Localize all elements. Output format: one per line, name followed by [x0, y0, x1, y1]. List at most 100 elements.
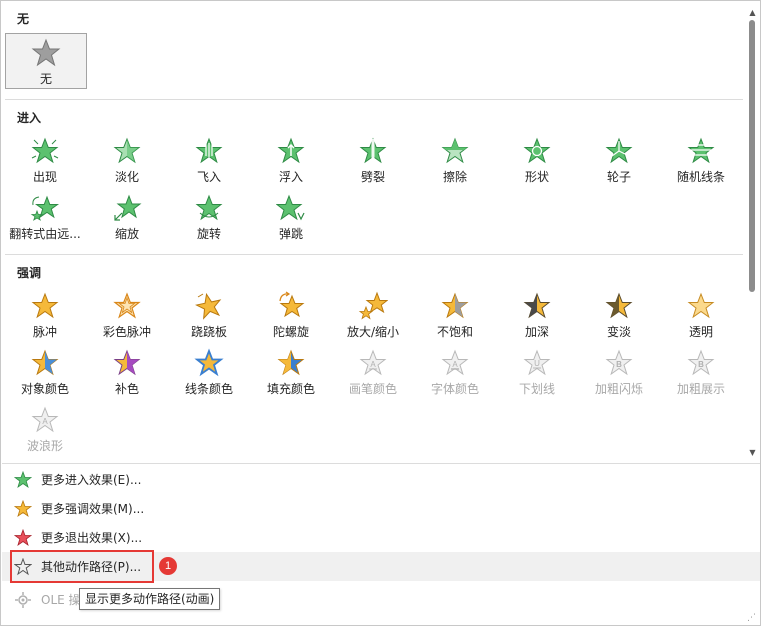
effect-label: 无	[39, 72, 52, 86]
more-emphasis-effects-item[interactable]: 更多强调效果(M)...	[2, 494, 760, 523]
divider	[5, 254, 743, 255]
effect-brush-color[interactable]: A 画笔颜色	[332, 348, 414, 404]
resize-grip-icon[interactable]: ⋰	[747, 613, 757, 623]
effect-label: 放大/缩小	[346, 325, 400, 339]
effect-label: 不饱和	[436, 325, 473, 339]
effect-random-bars[interactable]: 随机线条	[660, 136, 742, 192]
effect-line-color[interactable]: 线条颜色	[168, 348, 250, 404]
effect-grow-turn[interactable]: 翻转式由远...	[4, 193, 86, 249]
star-wipe-icon	[441, 137, 469, 164]
star-zoom-icon	[114, 194, 142, 221]
tooltip: 显示更多动作路径(动画)	[79, 588, 221, 610]
star-desaturate-icon	[441, 292, 469, 319]
star-pulse-icon	[31, 292, 59, 319]
star-wheel-icon	[605, 137, 633, 164]
effect-label: 加深	[524, 325, 549, 339]
effect-zoom[interactable]: 缩放	[86, 193, 168, 249]
effect-label: 线条颜色	[184, 382, 233, 396]
effect-label: 旋转	[196, 227, 221, 241]
effect-appear[interactable]: 出现	[4, 136, 86, 192]
effect-label: 弹跳	[278, 227, 303, 241]
effect-underline[interactable]: U 下划线	[496, 348, 578, 404]
menu-item-label: OLE 操	[41, 593, 81, 607]
star-lighten-icon	[605, 292, 633, 319]
star-fly-in-icon	[195, 137, 223, 164]
effect-desaturate[interactable]: 不饱和	[414, 291, 496, 347]
svg-text:B: B	[616, 360, 622, 369]
effect-label: 画笔颜色	[348, 382, 397, 396]
menu-item-label: 更多强调效果(M)...	[41, 502, 145, 516]
effect-grow-shrink[interactable]: 放大/缩小	[332, 291, 414, 347]
effect-label: 彩色脉冲	[102, 325, 151, 339]
star-bounce-icon	[276, 194, 305, 221]
effect-label: 擦除	[442, 170, 467, 184]
effect-label: 下划线	[518, 382, 555, 396]
effect-wipe[interactable]: 擦除	[414, 136, 496, 192]
effect-label: 加粗闪烁	[594, 382, 643, 396]
scroll-down-arrow-icon[interactable]: ▼	[748, 448, 757, 457]
effect-spin-emphasis[interactable]: 陀螺旋	[250, 291, 332, 347]
effect-spin[interactable]: 旋转	[168, 193, 250, 249]
effect-fade[interactable]: 淡化	[86, 136, 168, 192]
star-shape-icon	[523, 137, 551, 164]
effect-darken[interactable]: 加深	[496, 291, 578, 347]
animation-gallery-panel: 无 无 进入 出现 淡化 飞入 浮入 劈裂 擦除 形状 轮子 随机线条 翻转式由…	[0, 0, 761, 626]
green-star-icon	[14, 470, 32, 488]
effect-label: 出现	[32, 170, 57, 184]
effect-label: 加粗展示	[676, 382, 725, 396]
effect-bold-reveal[interactable]: B 加粗展示	[660, 348, 742, 404]
effect-fill-color[interactable]: 填充颜色	[250, 348, 332, 404]
effect-label: 脉冲	[32, 325, 57, 339]
effect-label: 补色	[114, 382, 139, 396]
star-spin-icon	[195, 194, 223, 221]
svg-text:A: A	[452, 360, 458, 369]
effect-split[interactable]: 劈裂	[332, 136, 414, 192]
effect-complementary-color[interactable]: 补色	[86, 348, 168, 404]
effect-pulse[interactable]: 脉冲	[4, 291, 86, 347]
red-star-icon	[14, 528, 32, 546]
star-spin-emphasis-icon	[279, 291, 305, 318]
star-line-color-icon	[194, 348, 224, 377]
effects-gallery: 无 无 进入 出现 淡化 飞入 浮入 劈裂 擦除 形状 轮子 随机线条 翻转式由…	[2, 2, 744, 462]
star-grow-shrink-icon	[358, 291, 388, 320]
effect-color-pulse[interactable]: 彩色脉冲	[86, 291, 168, 347]
star-darken-icon	[523, 292, 551, 319]
effect-none[interactable]: 无	[5, 33, 87, 89]
section-header-none: 无	[17, 12, 30, 26]
effect-transparency[interactable]: 透明	[660, 291, 742, 347]
effect-label: 变淡	[606, 325, 631, 339]
effect-label: 形状	[524, 170, 549, 184]
effect-float-in[interactable]: 浮入	[250, 136, 332, 192]
divider	[2, 463, 760, 464]
orange-star-icon	[14, 499, 32, 517]
more-exit-effects-item[interactable]: 更多退出效果(X)...	[2, 523, 760, 552]
effect-wave[interactable]: A 波浪形	[4, 405, 86, 461]
svg-text:A: A	[370, 360, 376, 369]
effect-fly-in[interactable]: 飞入	[168, 136, 250, 192]
star-split-icon	[359, 137, 387, 164]
effect-bounce[interactable]: 弹跳	[250, 193, 332, 249]
star-bold-reveal-icon: B	[687, 349, 715, 376]
more-entrance-effects-item[interactable]: 更多进入效果(E)...	[2, 465, 760, 494]
effect-label: 浮入	[278, 170, 303, 184]
effect-label: 淡化	[114, 170, 139, 184]
star-color-pulse-icon	[113, 292, 141, 319]
effect-font-color[interactable]: A 字体颜色	[414, 348, 496, 404]
svg-text:B: B	[698, 360, 704, 369]
effect-object-color[interactable]: 对象颜色	[4, 348, 86, 404]
vertical-scrollbar[interactable]: ▲ ▼	[745, 2, 760, 462]
scrollbar-thumb[interactable]	[749, 20, 755, 292]
scroll-up-arrow-icon[interactable]: ▲	[748, 8, 757, 17]
star-fill-color-icon	[277, 349, 305, 376]
star-fade-icon	[113, 137, 141, 164]
effect-label: 陀螺旋	[272, 325, 309, 339]
effect-lighten[interactable]: 变淡	[578, 291, 660, 347]
effect-label: 轮子	[606, 170, 631, 184]
effect-wheel[interactable]: 轮子	[578, 136, 660, 192]
effect-shape[interactable]: 形状	[496, 136, 578, 192]
effect-teeter[interactable]: 跷跷板	[168, 291, 250, 347]
gear-icon	[15, 591, 31, 608]
svg-text:A: A	[42, 417, 48, 426]
effect-bold-flash[interactable]: B 加粗闪烁	[578, 348, 660, 404]
star-appear-icon	[31, 137, 59, 164]
